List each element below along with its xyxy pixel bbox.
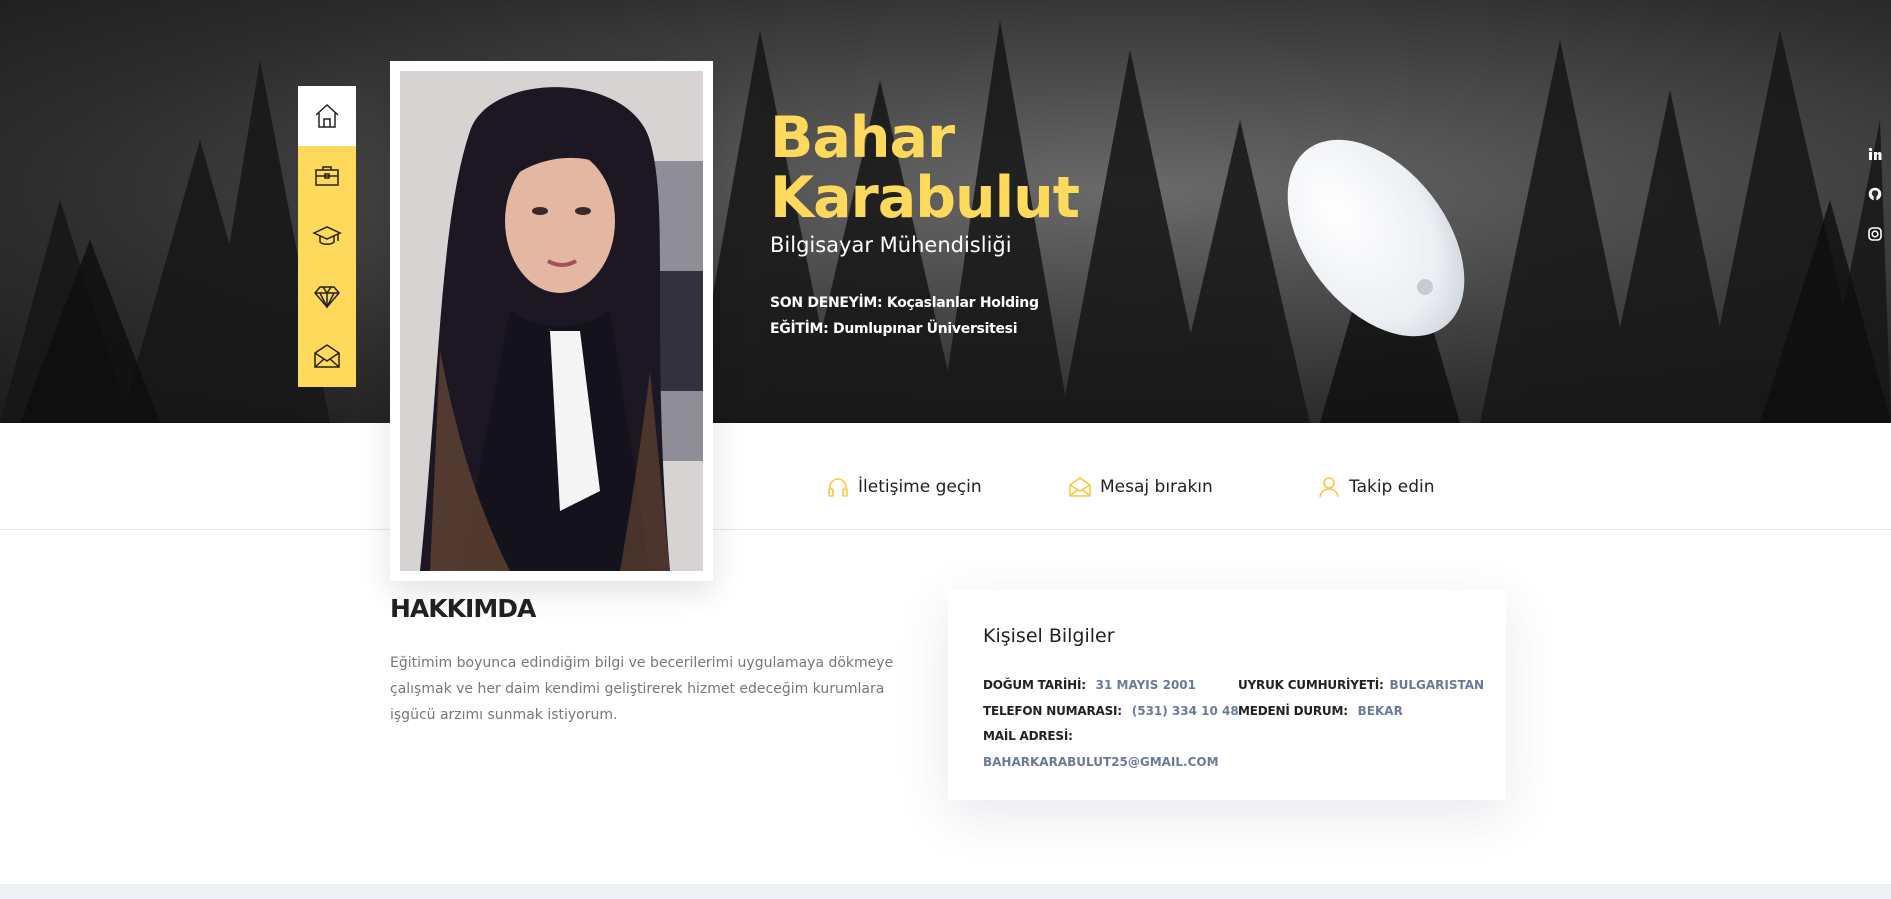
email-label-row: MAİL ADRESİ: xyxy=(983,729,1079,743)
instagram-icon[interactable] xyxy=(1868,227,1884,247)
phone-label: TELEFON NUMARASI: xyxy=(983,704,1122,718)
leave-message-label: Mesaj bırakın xyxy=(1100,477,1213,497)
about-title: HAKKIMDA xyxy=(390,594,536,623)
leave-message-link[interactable]: Mesaj bırakın xyxy=(1068,475,1213,499)
get-in-touch-label: İletişime geçin xyxy=(858,477,982,497)
get-in-touch-link[interactable]: İletişime geçin xyxy=(826,475,982,499)
graduation-cap-icon xyxy=(312,226,342,245)
marital-status-value: BEKAR xyxy=(1357,704,1403,718)
nationality-label: UYRUK CUMHURİYETİ: xyxy=(1238,678,1384,692)
diamond-icon xyxy=(314,286,340,309)
phone-value: (531) 334 10 48 xyxy=(1131,704,1239,718)
email-value-row: BAHARKARABULUT25@GMAIL.COM xyxy=(983,755,1219,769)
profile-summary: SON DENEYİM: Koçaslanlar Holding EĞİTİM:… xyxy=(770,290,1039,342)
side-nav xyxy=(298,86,356,387)
social-links xyxy=(1868,147,1884,247)
nav-item-education[interactable] xyxy=(298,206,356,266)
birth-date-row: DOĞUM TARİHİ: 31 MAYIS 2001 xyxy=(983,678,1196,692)
personal-info-card: Kişisel Bilgiler DOĞUM TARİHİ: 31 MAYIS … xyxy=(948,590,1506,800)
profile-photo xyxy=(400,71,703,571)
next-section-edge xyxy=(0,884,1891,899)
personal-info-title: Kişisel Bilgiler xyxy=(983,625,1115,647)
experience-value: Koçaslanlar Holding xyxy=(886,295,1039,311)
linkedin-icon[interactable] xyxy=(1868,147,1884,167)
contact-bar: İletişime geçin Mesaj bırakın Takip edin xyxy=(0,423,1891,530)
mouse-image xyxy=(1287,139,1465,337)
phone-row: TELEFON NUMARASI: (531) 334 10 48 xyxy=(983,704,1239,718)
nationality-row: UYRUK CUMHURİYETİ: BULGARISTAN xyxy=(1238,678,1484,692)
home-icon xyxy=(315,103,339,128)
profile-name: Bahar Karabulut xyxy=(770,105,1080,231)
marital-status-row: MEDENİ DURUM: BEKAR xyxy=(1238,704,1403,718)
headphones-icon xyxy=(828,478,848,497)
first-name: Bahar xyxy=(770,105,955,171)
birth-date-value: 31 MAYIS 2001 xyxy=(1095,678,1196,692)
follow-label: Takip edin xyxy=(1349,477,1435,497)
user-icon xyxy=(1319,477,1339,498)
follow-link[interactable]: Takip edin xyxy=(1317,475,1435,499)
nationality-value: BULGARISTAN xyxy=(1389,678,1485,692)
nav-item-contact[interactable] xyxy=(298,326,356,386)
briefcase-icon xyxy=(315,166,339,186)
nav-item-home[interactable] xyxy=(298,86,356,146)
education-label: EĞİTİM: xyxy=(770,321,829,337)
email-value[interactable]: BAHARKARABULUT25@GMAIL.COM xyxy=(983,755,1219,769)
about-text: Eğitimim boyunca edindiğim bilgi ve bece… xyxy=(390,655,894,723)
birth-date-label: DOĞUM TARİHİ: xyxy=(983,678,1086,692)
last-name: Karabulut xyxy=(770,165,1080,231)
marital-status-label: MEDENİ DURUM: xyxy=(1238,704,1348,718)
github-icon[interactable] xyxy=(1868,187,1884,207)
profession-title: Bilgisayar Mühendisliği xyxy=(770,233,1012,257)
envelope-icon xyxy=(314,344,340,368)
education-value: Dumlupınar Üniversitesi xyxy=(833,321,1018,337)
nav-item-skills[interactable] xyxy=(298,266,356,326)
experience-label: SON DENEYİM: xyxy=(770,295,883,311)
open-envelope-icon xyxy=(1069,477,1091,497)
profile-photo-frame xyxy=(390,61,713,581)
email-label: MAİL ADRESİ: xyxy=(983,729,1073,743)
nav-item-experience[interactable] xyxy=(298,146,356,206)
